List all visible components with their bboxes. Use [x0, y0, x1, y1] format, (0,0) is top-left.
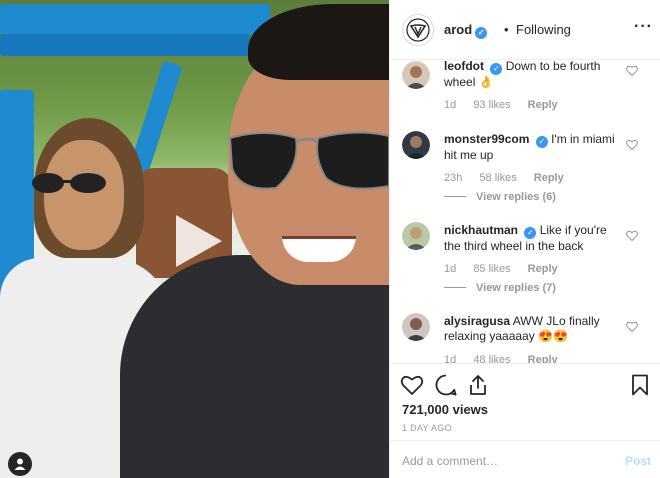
commenter-avatar[interactable]: [402, 61, 430, 89]
comment-time: 1d: [444, 99, 457, 111]
comment-likes[interactable]: 48 likes: [473, 354, 510, 363]
profile-username[interactable]: arod ✓: [444, 22, 488, 39]
view-replies-button[interactable]: View replies (6): [444, 191, 556, 203]
comment-like-heart-icon[interactable]: [626, 65, 638, 77]
comment-likes[interactable]: 58 likes: [479, 172, 516, 184]
more-options-icon[interactable]: ···: [634, 18, 653, 36]
reply-button[interactable]: Reply: [528, 263, 558, 275]
post-video[interactable]: [0, 0, 389, 478]
comment-like-heart-icon[interactable]: [626, 139, 638, 151]
post-header: arod ✓ • Following ···: [390, 0, 660, 60]
comment-like-heart-icon[interactable]: [626, 321, 638, 333]
reply-button[interactable]: Reply: [528, 99, 558, 111]
comment-likes[interactable]: 93 likes: [473, 99, 510, 111]
heart-icon[interactable]: [400, 373, 424, 397]
bookmark-icon[interactable]: [628, 373, 652, 397]
comment-meta: 23h 58 likes Reply: [444, 172, 578, 184]
commenter-avatar[interactable]: [402, 222, 430, 250]
car-roll-bar: [0, 4, 270, 34]
comment-time: 1d: [444, 354, 457, 363]
view-replies-label[interactable]: View replies (6): [476, 191, 556, 203]
comment-like-heart-icon[interactable]: [626, 230, 638, 242]
car-roll-bar-lower: [0, 34, 250, 56]
comment-username[interactable]: monster99com: [444, 132, 529, 146]
comment-text: nickhautman ✓ Like if you're the third w…: [444, 223, 624, 254]
commenter-avatar[interactable]: [402, 313, 430, 341]
add-comment-bar: Post: [390, 440, 660, 478]
post-detail-panel: arod ✓ • Following ··· leofdot ✓ Down to …: [389, 0, 660, 478]
verified-badge-icon: ✓: [524, 227, 537, 239]
username-text[interactable]: arod: [444, 22, 472, 37]
verified-badge-icon: ✓: [490, 63, 503, 75]
comment-time: 23h: [444, 172, 463, 184]
divider-line: [444, 196, 466, 197]
man-jacket: [120, 255, 389, 478]
comment-meta: 1d 93 likes Reply: [444, 99, 572, 111]
verified-badge-icon: ✓: [475, 27, 488, 39]
comment-username[interactable]: leofdot: [444, 61, 484, 73]
post-actions: 721,000 views 1 DAY AGO: [390, 363, 660, 439]
comment-text: monster99com ✓ I'm in miami hit me up: [444, 132, 624, 163]
user-tag-icon[interactable]: [8, 452, 32, 476]
view-count[interactable]: 721,000 views: [402, 402, 488, 417]
comment-meta: 1d 48 likes Reply: [444, 354, 572, 363]
comment-text: alysiragusa AWW JLo finally relaxing yaa…: [444, 314, 624, 344]
comment-meta: 1d 85 likes Reply: [444, 263, 572, 275]
brand-logo-icon: [406, 18, 430, 42]
view-replies-button[interactable]: View replies (7): [444, 282, 556, 294]
comment-username[interactable]: nickhautman: [444, 223, 518, 237]
reply-button[interactable]: Reply: [528, 354, 558, 363]
play-icon[interactable]: [168, 213, 224, 269]
comments-list[interactable]: leofdot ✓ Down to be fourth wheel 👌 1d 9…: [390, 61, 660, 363]
share-icon[interactable]: [466, 373, 490, 397]
reply-button[interactable]: Reply: [534, 172, 564, 184]
view-replies-label[interactable]: View replies (7): [476, 282, 556, 294]
post-timestamp[interactable]: 1 DAY AGO: [402, 423, 452, 433]
woman-face: [44, 140, 124, 250]
comment-input[interactable]: [402, 451, 612, 471]
commenter-avatar[interactable]: [402, 131, 430, 159]
separator-dot: •: [504, 22, 509, 37]
woman-sunglasses: [32, 173, 106, 193]
comment-likes[interactable]: 85 likes: [473, 263, 510, 275]
comment-time: 1d: [444, 263, 457, 275]
following-button[interactable]: Following: [516, 22, 571, 37]
comment-text: leofdot ✓ Down to be fourth wheel 👌: [444, 61, 624, 90]
divider-line: [444, 287, 466, 288]
man-sunglasses: [228, 131, 389, 190]
person-icon: [14, 458, 26, 470]
comment-username[interactable]: alysiragusa: [444, 314, 510, 328]
profile-avatar[interactable]: [402, 14, 434, 46]
verified-badge-icon: ✓: [535, 136, 548, 148]
comment-icon[interactable]: [434, 373, 458, 397]
post-comment-button[interactable]: Post: [625, 454, 651, 468]
